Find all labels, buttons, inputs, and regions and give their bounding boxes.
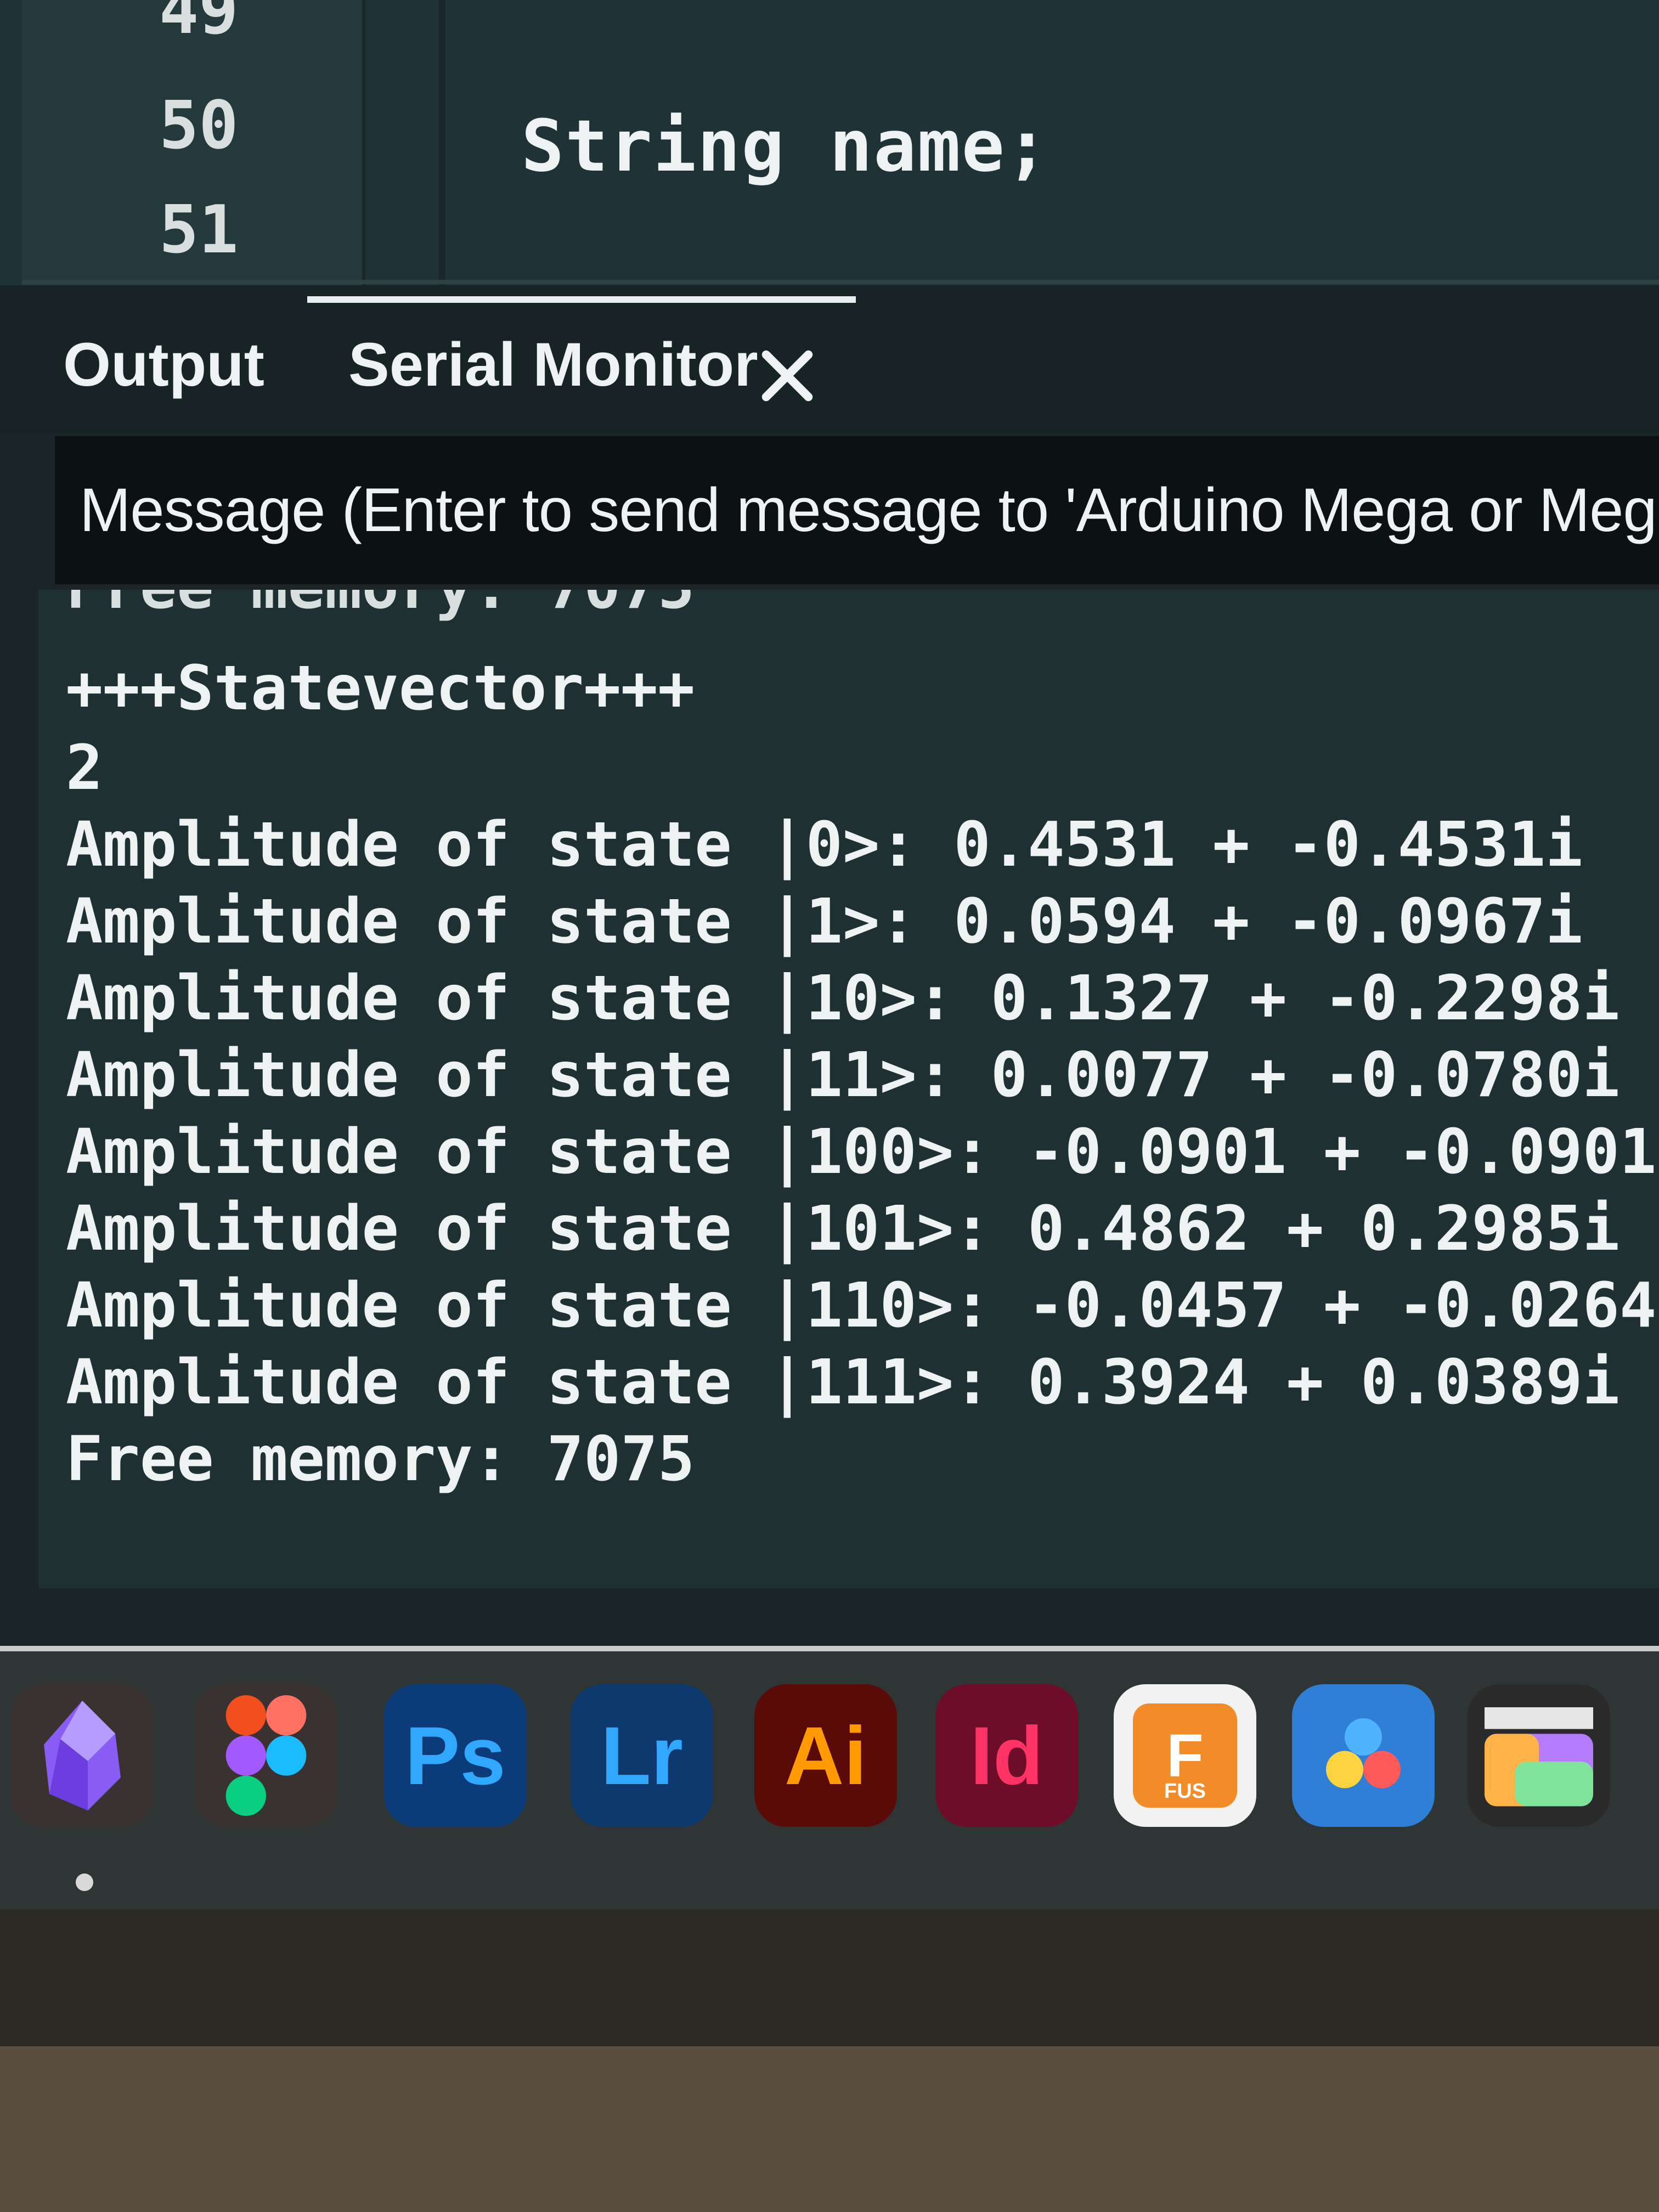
serial-output-panel: Free memory: 7075 +++Statevector+++ 2 Am… [38,590,1659,1588]
free-memory-line: Free memory: 7075 [66,1424,695,1495]
message-input[interactable]: Message (Enter to send message to 'Ardui… [55,436,1659,584]
amplitude-line: Amplitude of state |111>: 0.3924 + 0.038… [66,1347,1620,1418]
line-number-51: 51 [159,192,239,268]
editor-divider [22,280,1659,284]
amplitude-line: Amplitude of state |11>: 0.0077 + -0.078… [66,1040,1620,1111]
amplitude-line: Amplitude of state |10>: 0.1327 + -0.229… [66,963,1620,1034]
illustrator-icon[interactable]: Ai [754,1684,897,1827]
serial-line-count: 2 [66,732,103,804]
amplitude-line: Amplitude of state |110>: -0.0457 + -0.0… [66,1270,1659,1341]
code-editor[interactable]: 49 50 51 String name; [0,0,1659,307]
amplitude-line: Amplitude of state |1>: 0.0594 + -0.0967… [66,886,1583,957]
serial-line-partial: Free memory: 7075 [66,590,695,623]
fusion-icon[interactable]: F FUS [1114,1684,1256,1827]
obsidian-icon[interactable] [11,1684,154,1827]
tab-output[interactable]: Output [63,329,264,400]
davinci-resolve-icon[interactable] [1292,1684,1435,1827]
amplitude-line: Amplitude of state |101>: 0.4862 + 0.298… [66,1193,1620,1265]
running-indicator [76,1874,93,1891]
amplitude-line: Amplitude of state |0>: 0.4531 + -0.4531… [66,809,1583,881]
final-cut-icon[interactable] [1468,1684,1610,1827]
line-number-49: 49 [159,0,239,49]
gutter-divider [439,0,445,285]
indesign-icon[interactable]: Id [935,1684,1078,1827]
tab-serial-monitor[interactable]: Serial Monitor [348,329,758,400]
message-placeholder: Message (Enter to send message to 'Ardui… [80,476,1659,544]
active-tab-indicator [307,296,856,303]
figma-icon[interactable] [195,1684,337,1827]
dock-edge [0,1646,1659,1651]
laptop-body [0,2046,1659,2212]
statevector-header: +++Statevector+++ [66,653,695,724]
lightroom-icon[interactable]: Lr [571,1684,713,1827]
photoshop-icon[interactable]: Ps [384,1684,527,1827]
fusion-sublabel: FUS [1164,1780,1206,1803]
line-number-50: 50 [159,88,239,164]
amplitude-line: Amplitude of state |100>: -0.0901 + -0.0… [66,1116,1659,1188]
close-icon[interactable] [757,346,817,406]
code-line-50[interactable]: String name; [521,104,1049,188]
